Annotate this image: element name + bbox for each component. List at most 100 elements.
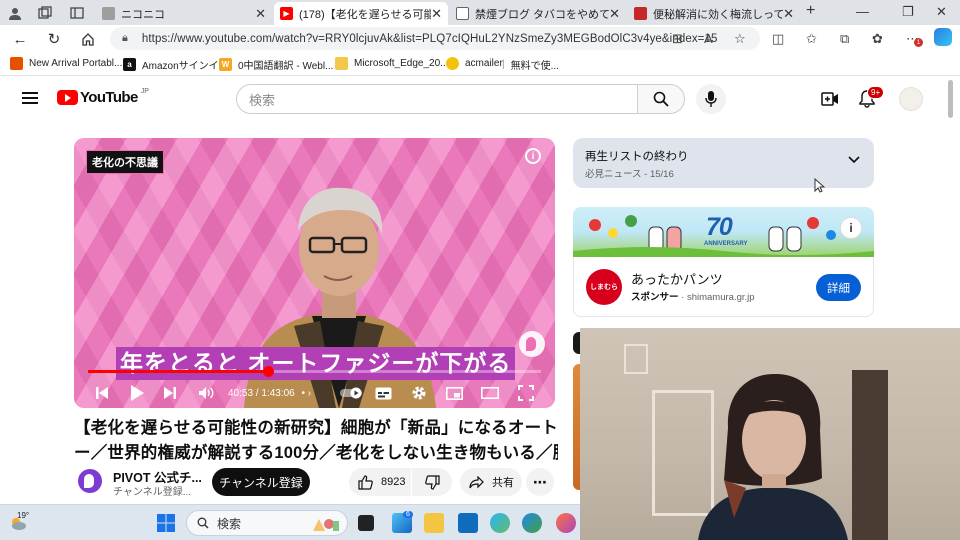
ad-details-button[interactable]: 詳細	[816, 274, 861, 301]
autoplay-toggle-icon[interactable]	[340, 382, 362, 404]
logo-wordmark: YouTube	[80, 89, 138, 106]
photos-icon[interactable]	[490, 513, 510, 533]
tab-constipation[interactable]: 便秘解消に効く梅流しって？その ✕	[628, 2, 800, 25]
tab-title: 便秘解消に効く梅流しって？その	[653, 8, 783, 21]
subtitles-icon[interactable]	[373, 382, 393, 404]
anniversary-number: 70	[706, 213, 733, 241]
hamburger-menu-icon[interactable]	[22, 92, 38, 104]
outlook-icon[interactable]	[458, 513, 478, 533]
like-button[interactable]: 8923	[349, 468, 411, 496]
restore-icon[interactable]: ❐	[902, 4, 914, 20]
folder-icon	[335, 57, 348, 70]
previous-icon[interactable]	[92, 382, 112, 404]
favorite-link[interactable]: New Arrival Portabl...	[10, 57, 122, 70]
profile-icon[interactable]	[6, 4, 24, 22]
fullscreen-icon[interactable]	[516, 382, 536, 404]
tab-niconico[interactable]: ニコニコ ✕	[96, 2, 272, 25]
search-icon	[653, 91, 669, 107]
more-actions-button[interactable]: ⋯	[526, 468, 554, 496]
workspaces-icon[interactable]	[36, 4, 54, 22]
collections-icon[interactable]: ⧉	[840, 31, 849, 47]
taskbar-search-label: 検索	[217, 516, 242, 531]
acmailer-icon	[446, 57, 459, 70]
search-input[interactable]: 検索	[236, 84, 638, 114]
windows-start-icon[interactable]	[156, 513, 176, 533]
favorite-link[interactable]: acmailer	[446, 57, 503, 70]
voice-search-button[interactable]	[696, 84, 726, 114]
search-icon	[197, 517, 209, 529]
volume-icon[interactable]	[195, 382, 217, 404]
playlist-panel[interactable]: 再生リストの終わり 必見ニュース - 15/16	[573, 138, 874, 188]
refresh-icon[interactable]: ↻	[44, 29, 64, 49]
create-video-icon[interactable]	[820, 89, 840, 109]
ad-info-icon[interactable]: i	[840, 217, 862, 239]
firefox-icon[interactable]	[556, 513, 576, 533]
shimamura-logo: しまむら	[586, 269, 622, 305]
favorite-folder[interactable]: Microsoft_Edge_20...	[335, 57, 449, 70]
share-button[interactable]: 共有	[460, 468, 522, 496]
close-window-icon[interactable]: ✕	[936, 4, 947, 20]
settings-gear-icon[interactable]	[409, 382, 429, 404]
video-info-icon[interactable]: i	[525, 148, 541, 164]
extension-icon[interactable]: ✿	[872, 31, 883, 47]
youtube-header: YouTube JP 検索 9+	[0, 76, 960, 123]
minimize-icon[interactable]: —	[856, 4, 869, 19]
back-icon[interactable]: ←	[10, 29, 30, 49]
video-overlay-tag: 老化の不思議	[86, 150, 164, 174]
chapter-arrow-icon[interactable]: • ›	[302, 388, 312, 399]
theater-mode-icon[interactable]	[480, 382, 500, 404]
favorite-label: New Arrival Portabl...	[29, 58, 123, 69]
ad-banner-image[interactable]: 70 ANNIVERSARY i	[573, 207, 874, 257]
ad-card[interactable]: しまむら あったかパンツ スポンサー · shimamura.gr.jp 詳細	[573, 257, 874, 317]
thumbs-up-icon	[358, 474, 373, 490]
chevron-down-icon[interactable]	[848, 156, 860, 164]
favorites-bar: New Arrival Portabl... a Amazonサインイン W 0…	[0, 52, 960, 76]
user-avatar[interactable]	[899, 87, 923, 111]
ad-title[interactable]: あったかパンツ	[631, 269, 723, 288]
tab-actions-icon[interactable]	[68, 4, 86, 22]
search-button[interactable]	[637, 84, 685, 114]
extension-badge: 1	[914, 38, 923, 47]
close-tab-icon[interactable]: ✕	[255, 6, 266, 22]
youtube-logo[interactable]: YouTube JP	[57, 88, 149, 106]
progress-scrubber[interactable]	[262, 366, 274, 377]
favorite-star-icon[interactable]: ☆	[734, 31, 746, 47]
page-scrollbar[interactable]	[948, 80, 953, 118]
home-icon[interactable]	[78, 29, 98, 49]
play-icon[interactable]	[126, 382, 148, 404]
tab-youtube[interactable]: ▶ (178)【老化を遅らせる可能性の新研究 ✕	[274, 2, 448, 25]
current-time: 40:53	[228, 388, 254, 399]
taskbar-search[interactable]: 検索	[186, 510, 348, 536]
video-player[interactable]: 老化の不思議 i 年をとると オートファジーが下がる 40:53 / 1:43:…	[74, 138, 555, 408]
favorite-link[interactable]: a Amazonサインイン	[123, 57, 229, 72]
subscribe-button[interactable]: チャンネル登録	[212, 468, 310, 496]
player-controls: 40:53 / 1:43:06 • ›	[74, 378, 555, 408]
weather-widget[interactable]: 19°	[8, 511, 30, 534]
url-text: https://www.youtube.com/watch?v=RRY0lcju…	[141, 32, 718, 45]
dislike-button[interactable]	[412, 468, 452, 496]
share-arrow-icon	[469, 475, 484, 488]
close-tab-icon[interactable]: ✕	[431, 6, 442, 22]
favorites-icon[interactable]: ✩	[806, 31, 817, 47]
url-field[interactable]: 🔒︎ https://www.youtube.com/watch?v=RRY0l…	[110, 27, 760, 50]
task-view-icon[interactable]	[358, 515, 374, 531]
split-screen-icon[interactable]: ◫	[772, 31, 784, 47]
favorite-link[interactable]: | 無料で使...	[502, 57, 559, 72]
miniplayer-icon[interactable]	[444, 382, 464, 404]
close-tab-icon[interactable]: ✕	[609, 6, 620, 22]
channel-avatar[interactable]	[78, 469, 102, 493]
progress-bar[interactable]	[88, 366, 541, 377]
file-explorer-icon[interactable]	[424, 513, 444, 533]
next-icon[interactable]	[160, 382, 180, 404]
favorite-label: acmailer	[465, 58, 503, 69]
tab-quit-smoking-blog[interactable]: 禁煙ブログ タバコをやめて10年！ ✕	[450, 2, 626, 25]
edge-browser-icon[interactable]	[522, 513, 542, 533]
app-available-icon[interactable]: ⊞	[672, 31, 683, 47]
browser-tab-strip: ニコニコ ✕ ▶ (178)【老化を遅らせる可能性の新研究 ✕ 禁煙ブログ タバ…	[0, 0, 960, 25]
read-aloud-icon[interactable]: A	[704, 31, 713, 46]
lock-icon[interactable]: 🔒︎	[122, 32, 128, 45]
close-tab-icon[interactable]: ✕	[783, 6, 794, 22]
new-tab-icon[interactable]: +	[806, 2, 815, 20]
copilot-icon[interactable]	[934, 28, 952, 46]
favorite-link[interactable]: W 0中国語翻訳 - Webl...	[219, 57, 333, 72]
